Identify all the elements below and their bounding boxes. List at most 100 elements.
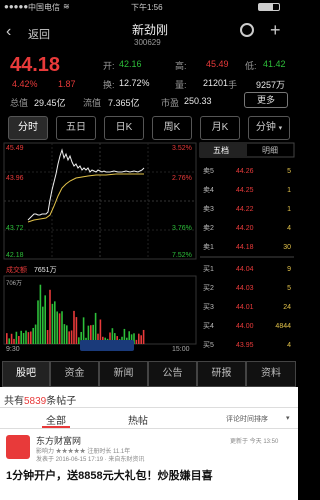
post-count-prefix: 共有 — [4, 396, 24, 407]
volume-bars — [6, 284, 145, 344]
volume-axis-label: 706万 — [6, 280, 22, 287]
tab-weekly-k[interactable]: 周K — [152, 116, 192, 140]
sort-dropdown[interactable]: 评论时间排序 — [226, 414, 268, 424]
orderbook-buy-label: 买2 — [203, 284, 214, 292]
volume-bar — [78, 337, 80, 344]
volume-bar — [54, 301, 56, 344]
orderbook-sell-volume: 1 — [287, 187, 291, 194]
tab-news[interactable]: 新闻 — [99, 361, 148, 387]
header: ‹ 返回 新劲刚 300629 + — [0, 14, 298, 50]
pct-top-label: 3.52% — [172, 145, 192, 152]
volume-bar — [142, 329, 145, 344]
float-cap-value: 7.365亿 — [108, 98, 140, 108]
volume-bar — [20, 330, 22, 344]
chart-svg: 45.49 43.96 43.72 42.18 3.52% 2.76% 3.76… — [3, 142, 295, 353]
post-count-suffix: 条帖子 — [46, 396, 77, 407]
price-high-label: 45.49 — [6, 145, 24, 152]
stock-name: 新劲刚 — [132, 23, 169, 37]
back-arrow-icon[interactable]: ‹ — [6, 23, 11, 41]
tab-announcements[interactable]: 公告 — [148, 361, 197, 387]
pe-label: 市盈 — [161, 98, 180, 108]
orderbook-buy-volume: 24 — [283, 304, 291, 311]
author-avatar[interactable] — [6, 435, 30, 459]
total-cap-value: 29.45亿 — [34, 98, 66, 108]
post-update-time: 更新于 今天 13:50 — [230, 439, 279, 445]
tab-research[interactable]: 研报 — [197, 361, 246, 387]
clock: 下午1:56 — [131, 3, 163, 12]
volume-bar — [66, 325, 68, 344]
post-count-number: 5839 — [24, 396, 47, 407]
pct-low2-label: 7.52% — [172, 252, 192, 259]
tab-monthly-k[interactable]: 月K — [200, 116, 240, 140]
orderbook-tab-five-label: 五档 — [213, 145, 229, 155]
volume-bar — [75, 317, 78, 344]
orderbook-buy-volume: 5 — [287, 285, 291, 292]
orderbook-tab-detail-label: 明细 — [262, 145, 278, 155]
pct-mid-label: 2.76% — [172, 175, 192, 182]
change-percent: 4.42% — [12, 79, 38, 89]
tab-minute-label: 分钟 — [255, 122, 276, 133]
post-headline[interactable]: 1分钟开户，送8858元大礼包！炒股嫌目喜 — [6, 467, 213, 483]
tab-profile[interactable]: 资料 — [246, 361, 296, 387]
orderbook-buy-volume: 9 — [287, 266, 291, 273]
tab-all-posts[interactable]: 全部 — [46, 412, 66, 427]
signal-icon: ●●●●● — [4, 2, 29, 11]
high-label: 高: — [175, 61, 187, 71]
more-button[interactable]: 更多 — [244, 92, 288, 108]
float-cap-label: 流值 — [83, 98, 102, 108]
open-value: 42.16 — [119, 59, 142, 69]
turnover-label: 换: — [103, 80, 115, 90]
tab-minute[interactable]: 分钟 ▾ — [248, 116, 290, 140]
back-button[interactable]: 返回 — [28, 26, 50, 42]
add-favorite-icon[interactable]: + — [270, 20, 281, 41]
orderbook-sell-label: 卖2 — [203, 224, 214, 232]
volume-bar — [51, 303, 54, 344]
volume-total: 7651万 — [34, 266, 57, 274]
pct-low1-label: 3.76% — [172, 225, 192, 232]
volume-bar — [27, 332, 30, 344]
orderbook-sell-label: 卖1 — [203, 243, 214, 251]
price-low1-label: 43.72 — [6, 225, 24, 232]
tab-forum[interactable]: 股吧 — [2, 361, 50, 387]
chevron-down-icon[interactable]: ▾ — [286, 414, 290, 422]
orderbook-sell-label: 卖3 — [203, 205, 214, 213]
low-label: 低: — [245, 61, 257, 71]
orderbook-sell-price: 44.25 — [236, 187, 254, 194]
volume-bar — [42, 306, 44, 344]
orderbook-buy-label: 买3 — [203, 303, 214, 311]
tab-intraday[interactable]: 分时 — [8, 116, 48, 140]
volume-bar — [61, 311, 63, 344]
volume-bar — [13, 338, 15, 344]
post-date: 发表于 2016-06-15 17:19 · 来自东财资讯 — [36, 457, 145, 463]
orderbook-buy-label: 买5 — [203, 341, 214, 349]
orderbook-sell-label: 卖4 — [203, 186, 214, 194]
orderbook-sell-volume: 1 — [287, 206, 291, 213]
search-icon[interactable] — [240, 23, 254, 37]
volume-bar — [73, 310, 75, 344]
orderbook-buy-volume: 4844 — [275, 323, 291, 330]
volume-bar — [25, 330, 27, 344]
post-count: 共有5839条帖子 — [4, 392, 76, 407]
tab-five-day[interactable]: 五日 — [56, 116, 96, 140]
volume-label: 量: — [175, 80, 187, 90]
tab-funds[interactable]: 资金 — [50, 361, 99, 387]
volume-bar — [44, 295, 46, 344]
volume-value: 21201 — [203, 78, 229, 88]
orderbook-buy-price: 44.00 — [236, 323, 254, 330]
volume-bar — [6, 333, 8, 344]
chart-tabs: 分时 五日 日K 周K 月K 分钟 ▾ — [0, 116, 298, 140]
volume-bar — [39, 284, 42, 344]
volume-bar — [18, 336, 20, 344]
switch-indicator-button[interactable] — [80, 340, 134, 351]
orderbook-sell-price: 44.20 — [236, 225, 254, 232]
quote-panel: 44.18 4.42% 1.87 开: 42.16 高: 45.49 低: 41… — [0, 50, 298, 110]
orderbook-buy-volume: 4 — [287, 342, 291, 349]
volume-bar — [22, 333, 25, 344]
volume-bar — [46, 330, 49, 344]
tab-hot-posts[interactable]: 热帖 — [128, 412, 148, 427]
tab-daily-k[interactable]: 日K — [104, 116, 144, 140]
intraday-chart[interactable]: 45.49 43.96 43.72 42.18 3.52% 2.76% 3.76… — [0, 140, 298, 355]
battery-icon — [258, 3, 280, 11]
active-tab-indicator — [42, 426, 70, 428]
volume-bar — [8, 338, 10, 344]
